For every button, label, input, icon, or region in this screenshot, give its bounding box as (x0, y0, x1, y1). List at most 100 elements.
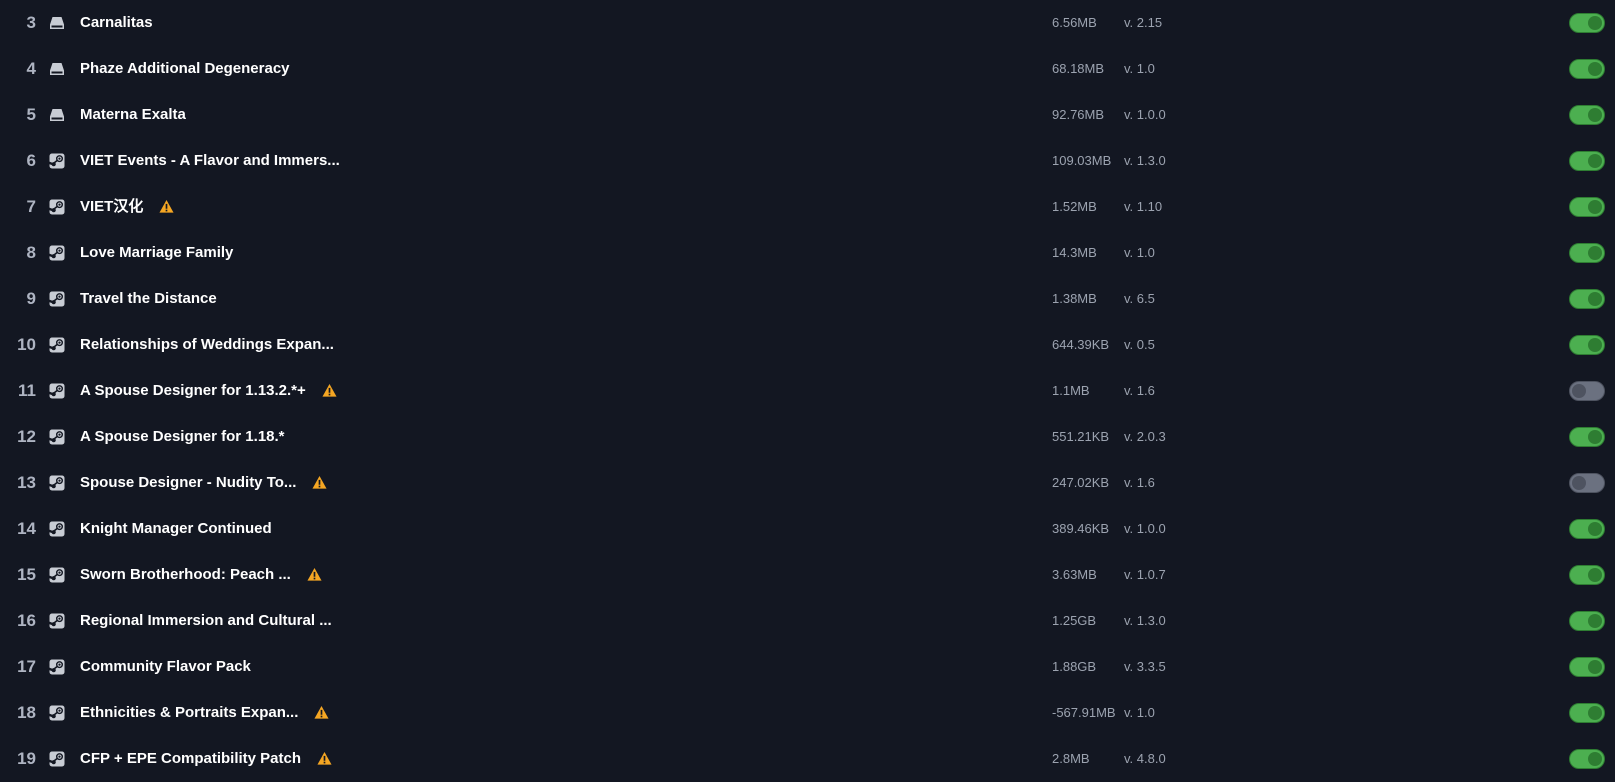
mod-version: v. 1.6 (1124, 475, 1155, 490)
mod-size: -567.91MB (1052, 705, 1116, 720)
enable-toggle[interactable] (1569, 657, 1605, 677)
enable-toggle[interactable] (1569, 611, 1605, 631)
mod-version: v. 3.3.5 (1124, 659, 1166, 674)
mod-name: CFP + EPE Compatibility Patch (80, 750, 302, 767)
mod-version: v. 1.6 (1124, 383, 1155, 398)
mod-name: Spouse Designer - Nudity To... (80, 474, 297, 491)
enable-toggle[interactable] (1569, 749, 1605, 769)
mod-size: 2.8MB (1052, 751, 1090, 766)
toggle-knob (1572, 476, 1586, 490)
steam-icon (49, 705, 65, 721)
enable-toggle[interactable] (1569, 703, 1605, 723)
load-order-number: 3 (26, 13, 36, 32)
mod-name: VIET汉化 (80, 198, 144, 215)
enable-toggle[interactable] (1569, 473, 1605, 493)
steam-icon (49, 613, 65, 629)
mod-row[interactable]: 14 Knight Manager Continued 389.46KB v. 1.0… (0, 506, 1615, 552)
enable-toggle[interactable] (1569, 59, 1605, 79)
enable-toggle[interactable] (1569, 519, 1605, 539)
mod-name: Carnalitas (80, 14, 153, 31)
mod-row[interactable]: 13 Spouse Designer - Nudity To... 247.02KB… (0, 460, 1615, 506)
mod-row[interactable]: 8 Love Marriage Family 14.3MB v. 1.0 (0, 230, 1615, 276)
mod-size: 551.21KB (1052, 429, 1110, 444)
mod-version: v. 1.0 (1124, 245, 1155, 260)
enable-toggle[interactable] (1569, 335, 1605, 355)
toggle-knob (1588, 614, 1602, 628)
steam-icon (49, 383, 65, 399)
enable-toggle[interactable] (1569, 427, 1605, 447)
load-order-number: 13 (17, 473, 36, 492)
enable-toggle[interactable] (1569, 381, 1605, 401)
mod-row[interactable]: 4 Phaze Additional Degeneracy 68.18MB v. 1.… (0, 46, 1615, 92)
mod-version: v. 2.15 (1124, 15, 1163, 30)
mod-name: Sworn Brotherhood: Peach ... (80, 566, 291, 583)
mod-name: Love Marriage Family (80, 244, 234, 261)
mod-row[interactable]: 9 Travel the Distance 1.38MB v. 6.5 (0, 276, 1615, 322)
mod-name: Travel the Distance (80, 290, 217, 307)
warning-icon[interactable] (314, 705, 329, 720)
warning-icon[interactable] (317, 751, 332, 766)
load-order-number: 5 (26, 105, 36, 124)
mod-row[interactable]: 17 Community Flavor Pack 1.88GB v. 3.3.5 (0, 644, 1615, 690)
load-order-number: 14 (17, 519, 36, 538)
mod-size: 68.18MB (1052, 61, 1105, 76)
mod-size: 6.56MB (1052, 15, 1097, 30)
mod-row[interactable]: 16 Regional Immersion and Cultural ... 1.2… (0, 598, 1615, 644)
mod-row[interactable]: 7 VIET汉化 1.52MB v. 1.10 (0, 184, 1615, 230)
enable-toggle[interactable] (1569, 151, 1605, 171)
mod-size: 3.63MB (1052, 567, 1097, 582)
mod-row[interactable]: 19 CFP + EPE Compatibility Patch 2.8MB v. 4… (0, 736, 1615, 782)
toggle-knob (1588, 108, 1602, 122)
enable-toggle[interactable] (1569, 243, 1605, 263)
warning-icon[interactable] (312, 475, 327, 490)
mod-row[interactable]: 12 A Spouse Designer for 1.18.* 551.21KB v.… (0, 414, 1615, 460)
mod-version: v. 1.0.7 (1124, 567, 1166, 582)
toggle-knob (1588, 660, 1602, 674)
mod-version: v. 1.0.0 (1124, 521, 1166, 536)
steam-icon (49, 475, 65, 491)
mod-version: v. 6.5 (1124, 291, 1155, 306)
mod-version: v. 1.3.0 (1124, 153, 1166, 168)
toggle-knob (1572, 384, 1586, 398)
mod-size: 92.76MB (1052, 107, 1105, 122)
mod-name: A Spouse Designer for 1.18.* (80, 428, 285, 445)
mod-row[interactable]: 15 Sworn Brotherhood: Peach ... 3.63MB v. 1… (0, 552, 1615, 598)
mod-name: Knight Manager Continued (80, 520, 272, 537)
load-order-number: 8 (26, 243, 36, 262)
load-order-number: 17 (17, 657, 36, 676)
mod-row[interactable]: 3 Carnalitas 6.56MB v. 2.15 (0, 0, 1615, 46)
toggle-knob (1588, 568, 1602, 582)
enable-toggle[interactable] (1569, 13, 1605, 33)
mod-row[interactable]: 10 Relationships of Weddings Expan... 644.… (0, 322, 1615, 368)
mod-size: 247.02KB (1052, 475, 1110, 490)
enable-toggle[interactable] (1569, 289, 1605, 309)
mod-name: Ethnicities & Portraits Expan... (80, 704, 299, 721)
mod-name: Community Flavor Pack (80, 658, 251, 675)
mod-row[interactable]: 11 A Spouse Designer for 1.13.2.*+ 1.1MB v.… (0, 368, 1615, 414)
toggle-knob (1588, 522, 1602, 536)
load-order-number: 4 (26, 59, 36, 78)
enable-toggle[interactable] (1569, 565, 1605, 585)
steam-icon (49, 199, 65, 215)
load-order-number: 10 (17, 335, 36, 354)
mod-name: Materna Exalta (80, 106, 186, 123)
warning-icon[interactable] (322, 383, 337, 398)
mod-version: v. 1.0.0 (1124, 107, 1166, 122)
warning-icon[interactable] (159, 199, 174, 214)
mod-name: VIET Events - A Flavor and Immers... (80, 152, 340, 169)
mod-row[interactable]: 18 Ethnicities & Portraits Expan... -567.9… (0, 690, 1615, 736)
load-order-number: 16 (17, 611, 36, 630)
enable-toggle[interactable] (1569, 197, 1605, 217)
mod-version: v. 1.0 (1124, 61, 1155, 76)
mod-name: Relationships of Weddings Expan... (80, 336, 334, 353)
steam-icon (49, 291, 65, 307)
mod-list: 3 Carnalitas 6.56MB v. 2.15 4 Phaze Additiona… (0, 0, 1615, 782)
toggle-knob (1588, 62, 1602, 76)
warning-icon[interactable] (307, 567, 322, 582)
mod-size: 1.1MB (1052, 383, 1090, 398)
mod-row[interactable]: 5 Materna Exalta 92.76MB v. 1.0.0 (0, 92, 1615, 138)
enable-toggle[interactable] (1569, 105, 1605, 125)
mod-row[interactable]: 6 VIET Events - A Flavor and Immers... 109… (0, 138, 1615, 184)
toggle-knob (1588, 246, 1602, 260)
steam-icon (49, 751, 65, 767)
